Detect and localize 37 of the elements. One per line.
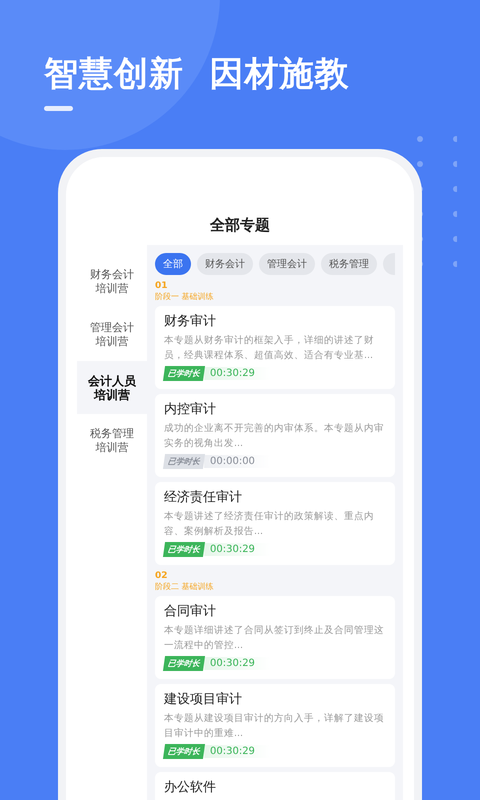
course-description: 成功的企业离不开完善的内审体系。本专题从内审实务的视角出发... [164, 422, 385, 451]
stage-label: 阶段一 基础训练 [155, 291, 215, 302]
study-time-label: 已学时长 [162, 744, 206, 759]
sidebar-item[interactable]: 税务管理培训营 [77, 414, 147, 467]
course-title: 财务审计 [164, 313, 217, 331]
course-description: 本专题详细讲述了合同从签订到终止及合同管理这一流程中的管控... [164, 624, 385, 653]
course-card[interactable]: 建设项目审计 本专题从建设项目审计的方向入手，详解了建设项目审计中的重难... 已学时长 00:30:29 [155, 684, 395, 767]
course-title: 建设项目审计 [164, 691, 243, 709]
study-time-label: 已学时长 [162, 366, 206, 381]
screen-title: 全部专题 [208, 215, 271, 235]
headline-underline [44, 106, 73, 111]
stage-label: 阶段二 基础训练 [155, 581, 215, 592]
course-card[interactable]: 财务审计 本专题从财务审计的框架入手，详细的讲述了财员，经典课程体系、超值高效、适合有专业基... 已学时长 00:30:29 [155, 306, 395, 389]
study-time-label: 已学时长 [162, 542, 206, 557]
sidebar-item[interactable]: 会计人员培训营 [77, 361, 147, 414]
sidebar-item[interactable]: 财务会计培训营 [77, 255, 147, 308]
course-title: 内控审计 [164, 401, 217, 419]
course-title: 办公软件 [164, 779, 217, 797]
filter-chip[interactable]: 税务管理 [321, 253, 377, 275]
course-description: 本专题从财务审计的框架入手，详细的讲述了财员，经典课程体系、超值高效、适合有专业基... [164, 334, 375, 363]
study-time-label: 已学时长 [162, 454, 206, 469]
filter-chip[interactable]: 财务会计 [197, 253, 253, 275]
course-description: 本专题从建设项目审计的方向入手，详解了建设项目审计中的重难... [164, 712, 385, 741]
course-card[interactable]: 办公软件 [155, 772, 395, 800]
course-card[interactable]: 合同审计 本专题详细讲述了合同从签订到终止及合同管理这一流程中的管控... 已学时长 00:30:29 [155, 596, 395, 679]
headline: 智慧创新 因材施教 [44, 53, 351, 96]
study-time-label: 已学时长 [162, 656, 206, 671]
course-card[interactable]: 经济责任审计 本专题讲述了经济责任审计的政策解读、重点内容、案例解析及报告... 已学时长 00:30:29 [155, 482, 395, 565]
course-title: 合同审计 [164, 603, 217, 621]
stage-number: 02 [155, 571, 169, 581]
filter-chip[interactable]: 管理会计 [259, 253, 315, 275]
course-description: 本专题讲述了经济责任审计的政策解读、重点内容、案例解析及报告... [164, 510, 375, 539]
stage-number: 01 [155, 281, 169, 291]
sidebar-item[interactable]: 管理会计培训营 [77, 308, 147, 361]
course-card[interactable]: 内控审计 成功的企业离不开完善的内审体系。本专题从内审实务的视角出发... 已学时长 00:00:00 [155, 394, 395, 477]
course-title: 经济责任审计 [164, 489, 243, 507]
filter-chip[interactable]: 全部 [155, 253, 191, 275]
